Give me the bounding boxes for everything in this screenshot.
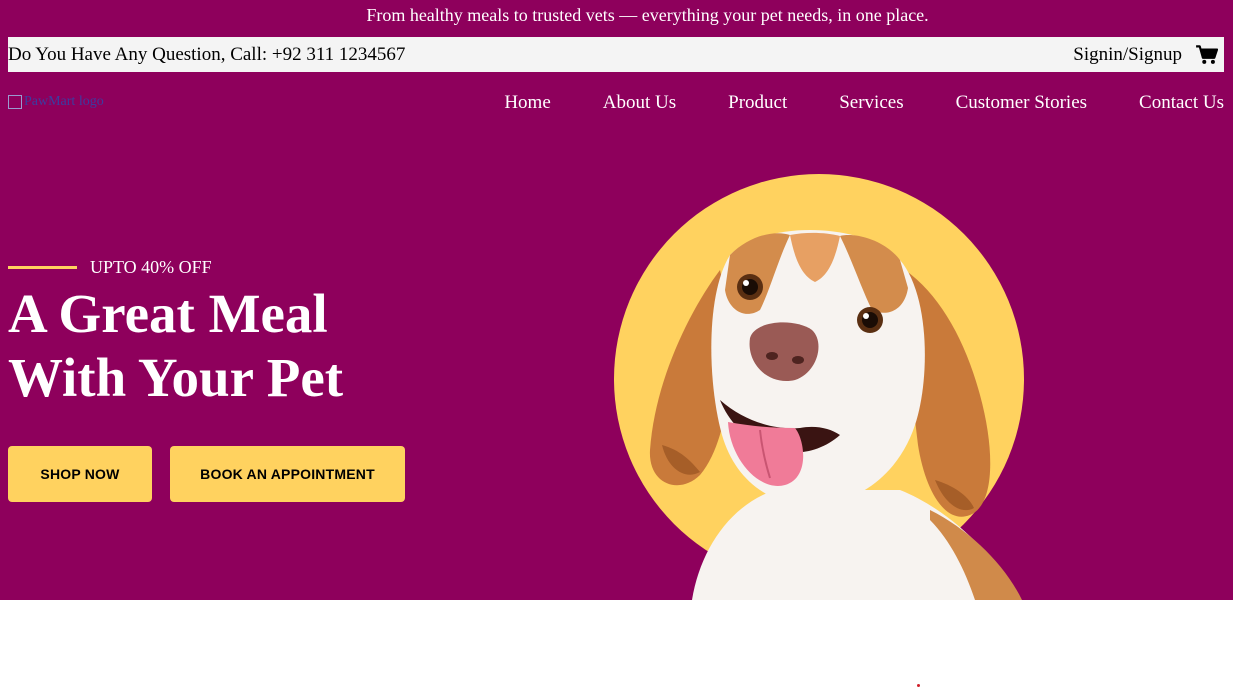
contact-bar: Do You Have Any Question, Call: +92 311 … [8,37,1224,72]
cart-icon[interactable] [1196,44,1218,65]
nav-customer-stories[interactable]: Customer Stories [956,92,1087,114]
hero-dog-image [614,174,1024,600]
contact-question: Do You Have Any Question, Call: +92 311 … [8,43,406,65]
shop-now-button[interactable]: SHOP NOW [8,446,152,502]
hero-title: A Great Meal With Your Pet [8,282,343,410]
hero-section: From healthy meals to trusted vets — eve… [0,0,1233,600]
decorative-dot [917,684,920,687]
announcement-text: From healthy meals to trusted vets — eve… [366,5,929,25]
broken-image-icon [8,95,22,109]
nav-contact-us[interactable]: Contact Us [1139,92,1224,114]
main-nav: Home About Us Product Services Customer … [504,92,1224,114]
offer-label: UPTO 40% OFF [90,257,212,277]
offer-accent-line [8,266,77,269]
nav-services[interactable]: Services [839,92,903,114]
nav-product[interactable]: Product [728,92,787,114]
logo-alt-text: PawMart logo [24,94,104,109]
hero-title-line1: A Great Meal [8,283,328,344]
nav-about-us[interactable]: About Us [603,92,676,114]
account-actions: Signin/Signup [1073,44,1218,66]
signin-signup-link[interactable]: Signin/Signup [1073,44,1182,66]
nav-home[interactable]: Home [504,92,550,114]
site-logo[interactable]: PawMart logo [8,94,104,110]
book-appointment-button[interactable]: BOOK AN APPOINTMENT [170,446,405,502]
hero-title-line2: With Your Pet [8,347,344,408]
